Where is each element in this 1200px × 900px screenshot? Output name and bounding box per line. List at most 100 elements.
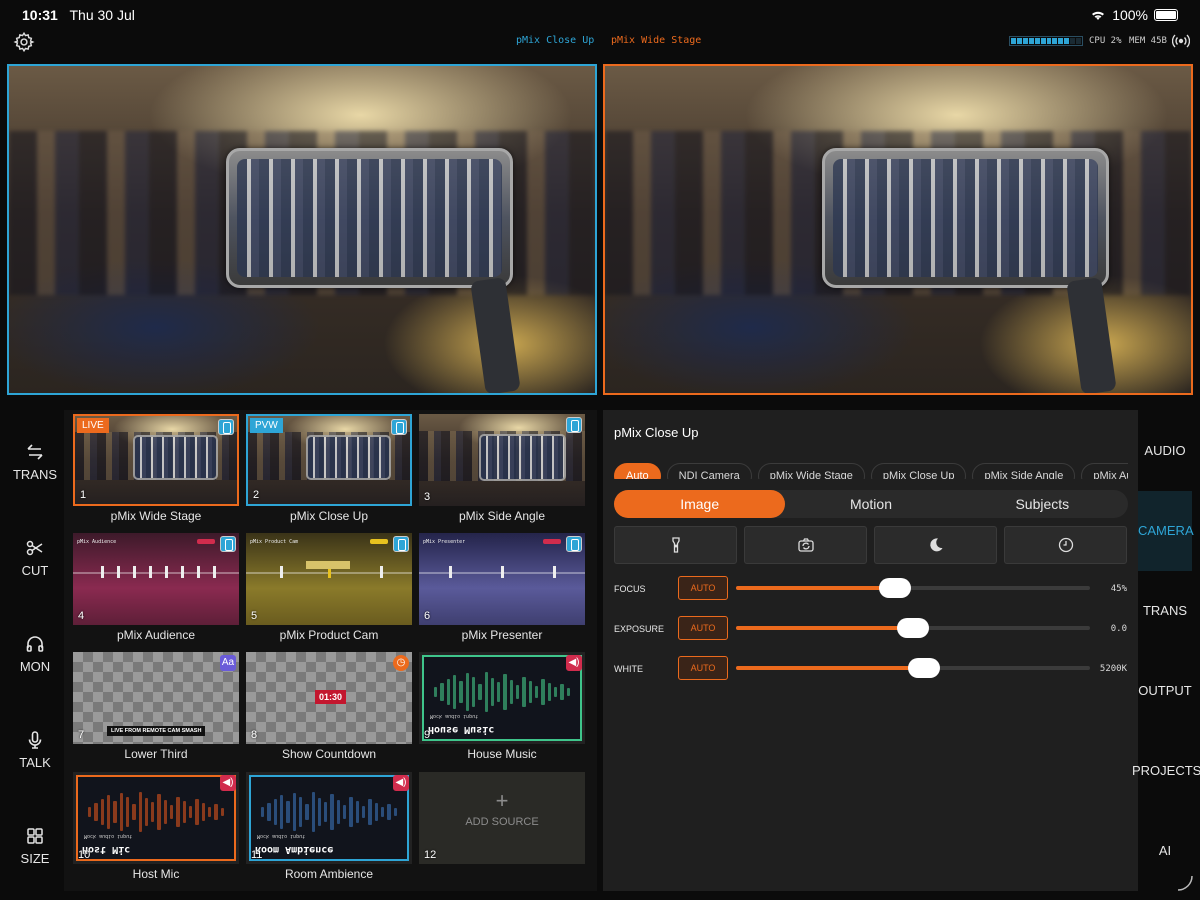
resize-handle-icon[interactable] bbox=[1176, 872, 1194, 892]
mon-button[interactable]: MON bbox=[0, 634, 70, 694]
focus-slider[interactable] bbox=[736, 578, 1090, 598]
preview-monitor[interactable] bbox=[7, 64, 597, 395]
audio-caption: Room Ambience bbox=[255, 844, 334, 855]
source-name: pMix Wide Stage bbox=[110, 509, 202, 523]
source-tile-9[interactable]: Mock audio input House Music ◀) 9 House … bbox=[419, 648, 585, 763]
waveform-bar bbox=[434, 687, 438, 697]
add-source-button[interactable]: + ADD SOURCE 12 bbox=[419, 772, 585, 864]
flashlight-button[interactable] bbox=[614, 526, 737, 564]
size-label: SIZE bbox=[20, 851, 50, 866]
camera-control-panel bbox=[603, 410, 1138, 891]
phone-camera-icon bbox=[391, 419, 407, 435]
waveform-bar bbox=[267, 803, 271, 821]
gear-icon[interactable] bbox=[13, 31, 35, 53]
segment-image[interactable]: Image bbox=[614, 490, 786, 518]
source-tile-8[interactable]: 01:30 ◷ 8 Show Countdown bbox=[246, 648, 412, 763]
add-source-tile[interactable]: + ADD SOURCE 12 bbox=[419, 768, 585, 883]
source-tile-6[interactable]: pMix Presenter 6 pMix Presenter bbox=[419, 529, 585, 644]
talk-button[interactable]: TALK bbox=[0, 730, 70, 790]
trans-button[interactable]: TRANS bbox=[0, 442, 70, 502]
waveform bbox=[88, 791, 224, 833]
tab-trans[interactable]: TRANS bbox=[1138, 571, 1192, 651]
source-name: House Music bbox=[467, 747, 537, 761]
size-button[interactable]: SIZE bbox=[0, 826, 70, 886]
focus-slider-knob[interactable] bbox=[879, 578, 911, 598]
source-tile-7[interactable]: LIVE FROM REMOTE CAM SMASH Aa 7 Lower Th… bbox=[73, 648, 239, 763]
source-thumbnail: 01:30 ◷ 8 bbox=[246, 652, 412, 744]
source-tile-1[interactable]: LIVE 1 pMix Wide Stage bbox=[73, 410, 239, 525]
flip-camera-button[interactable] bbox=[744, 526, 867, 564]
waveform-bar bbox=[207, 807, 212, 817]
camera-tab-wide-stage[interactable]: pMix Wide Stage bbox=[757, 463, 865, 479]
source-number: 6 bbox=[424, 610, 431, 622]
meter-segment bbox=[1022, 38, 1028, 44]
camera-tab-auto[interactable]: Auto bbox=[614, 463, 661, 479]
tab-output[interactable]: OUTPUT bbox=[1138, 651, 1192, 731]
source-tile-5[interactable]: pMix Product Cam 5 pMix Product Cam bbox=[246, 529, 412, 644]
segment-subjects[interactable]: Subjects bbox=[957, 490, 1128, 518]
waveform-bar bbox=[132, 804, 136, 820]
night-mode-button[interactable] bbox=[874, 526, 997, 564]
meter-segment bbox=[1011, 38, 1016, 44]
waveform bbox=[434, 671, 570, 713]
waveform-bar bbox=[298, 797, 303, 827]
audio-subtitle: Mock audio input bbox=[430, 713, 479, 719]
tab-projects[interactable]: PROJECTS bbox=[1132, 731, 1200, 811]
source-tile-11[interactable]: Mock audio input Room Ambience ◀) 11 Roo… bbox=[246, 768, 412, 883]
phone-camera-icon bbox=[566, 417, 582, 433]
waveform-bar bbox=[324, 802, 328, 822]
waveform-bar bbox=[317, 798, 322, 826]
camera-tab-ndi[interactable]: NDI Camera bbox=[666, 463, 752, 479]
source-name: Show Countdown bbox=[281, 747, 377, 761]
meter-segment bbox=[1028, 38, 1034, 44]
camera-tab-close-up[interactable]: pMix Close Up bbox=[870, 463, 967, 479]
waveform-bar bbox=[516, 685, 520, 699]
flashlight-icon bbox=[671, 537, 680, 553]
text-icon: Aa bbox=[220, 655, 236, 671]
timer-button[interactable] bbox=[1004, 526, 1127, 564]
source-name: Host Mic bbox=[132, 867, 180, 881]
broadcast-icon[interactable] bbox=[1172, 33, 1190, 49]
source-tile-4[interactable]: pMix Audience 4 pMix Audience bbox=[73, 529, 239, 644]
waveform-bar bbox=[170, 805, 174, 819]
tab-camera[interactable]: CAMERA bbox=[1138, 491, 1194, 571]
white-balance-auto-button[interactable]: AUTO bbox=[678, 656, 728, 680]
waveform-bar bbox=[528, 681, 532, 703]
source-tile-3[interactable]: 3 pMix Side Angle bbox=[419, 410, 585, 525]
source-thumbnail: PVW 2 bbox=[246, 414, 412, 506]
panel-segmented-control: Image Motion Subjects bbox=[614, 490, 1128, 518]
source-number: 7 bbox=[78, 729, 85, 741]
camera-tab-audience[interactable]: pMix Audience bbox=[1081, 463, 1128, 479]
tab-audio[interactable]: AUDIO bbox=[1138, 411, 1192, 491]
segment-motion[interactable]: Motion bbox=[785, 490, 956, 518]
source-thumbnail: pMix Audience 4 bbox=[73, 533, 239, 625]
focus-label: FOCUS bbox=[614, 584, 646, 594]
exposure-auto-button[interactable]: AUTO bbox=[678, 616, 728, 640]
wifi-icon bbox=[1092, 11, 1105, 20]
waveform-bar bbox=[484, 672, 488, 712]
waveform-bar bbox=[113, 801, 117, 823]
waveform-bar bbox=[535, 686, 539, 698]
preview-source-label: pMix Close Up bbox=[516, 35, 595, 46]
status-right: 100% bbox=[1090, 7, 1178, 23]
source-tile-2[interactable]: PVW 2 pMix Close Up bbox=[246, 410, 412, 525]
waveform-bar bbox=[100, 799, 104, 825]
exposure-slider-knob[interactable] bbox=[897, 618, 929, 638]
waveform-bar bbox=[189, 806, 193, 818]
trans-label: TRANS bbox=[12, 467, 58, 482]
white-balance-slider[interactable] bbox=[736, 658, 1090, 678]
exposure-slider[interactable] bbox=[736, 618, 1090, 638]
waveform-bar bbox=[144, 798, 149, 826]
source-tile-10[interactable]: Mock audio input Host Mic ◀) 10 Host Mic bbox=[73, 768, 239, 883]
memory-usage: MEM 45B bbox=[1129, 36, 1167, 46]
speaker-icon: ◀) bbox=[566, 655, 582, 671]
camera-tab-side-angle[interactable]: pMix Side Angle bbox=[972, 463, 1076, 479]
grid-icon bbox=[27, 828, 43, 844]
waveform-bar bbox=[522, 677, 526, 707]
waveform-bar bbox=[368, 799, 372, 825]
program-monitor[interactable] bbox=[603, 64, 1193, 395]
cut-button[interactable]: CUT bbox=[0, 538, 70, 598]
waveform-bar bbox=[220, 808, 224, 816]
white-balance-slider-knob[interactable] bbox=[908, 658, 940, 678]
focus-auto-button[interactable]: AUTO bbox=[678, 576, 728, 600]
